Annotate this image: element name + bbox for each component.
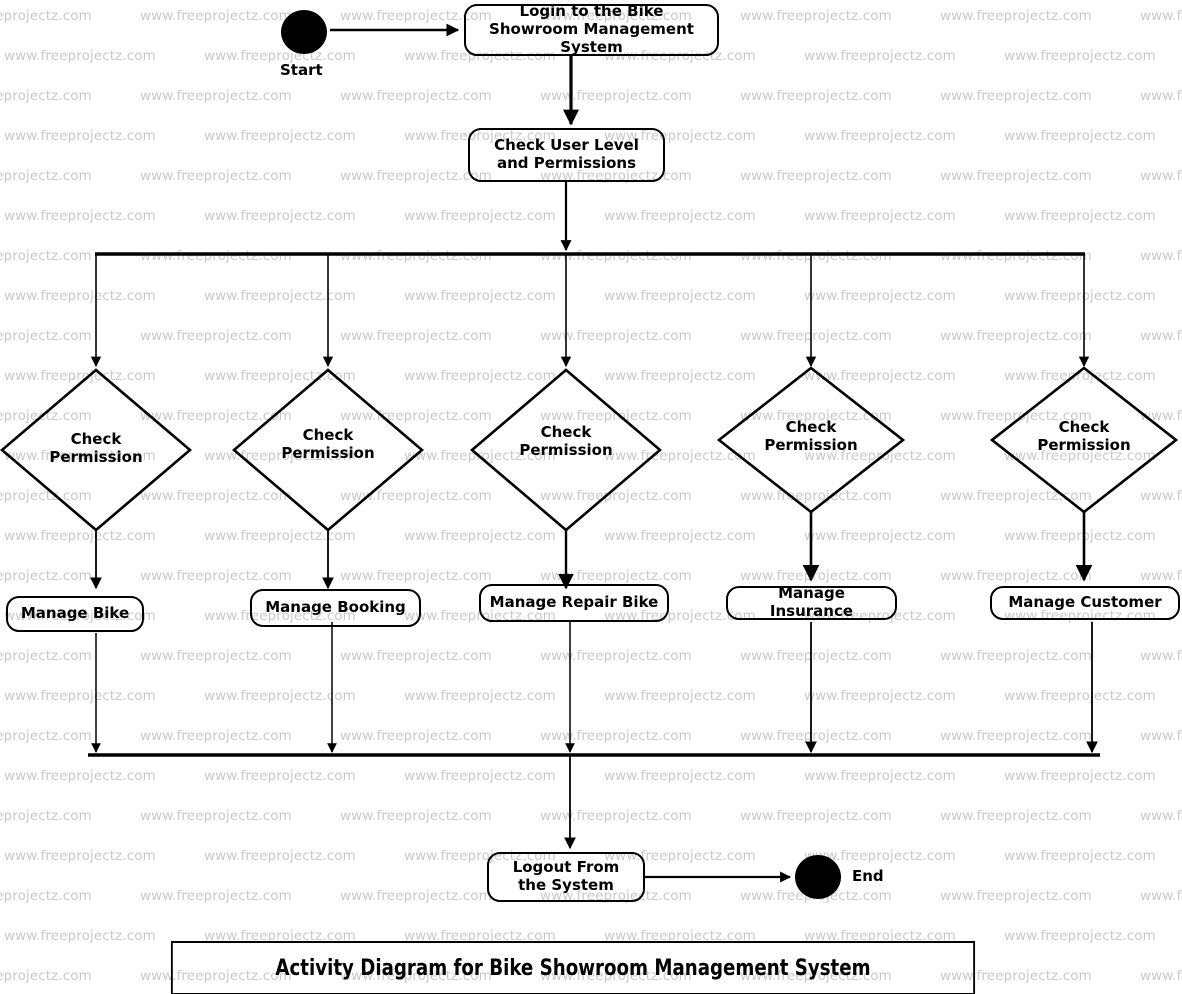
diagram-title-frame: Activity Diagram for Bike Showroom Manag… (170, 941, 976, 994)
activity-diagram-canvas: www.freeprojectz.comwww.freeprojectz.com… (0, 0, 1182, 994)
diagram-title: Activity Diagram for Bike Showroom Manag… (275, 955, 871, 981)
activity-manage-customer[interactable]: Manage Customer (990, 586, 1180, 620)
start-node[interactable] (281, 10, 327, 54)
decision-label-2: Check Permission (281, 426, 375, 462)
decision-label-3: Check Permission (519, 423, 613, 459)
activity-manage-insurance[interactable]: Manage Insurance (726, 584, 897, 620)
activity-login[interactable]: Login to the Bike Showroom Management Sy… (464, 3, 719, 56)
activity-logout[interactable]: Logout From the System (487, 852, 645, 902)
end-node[interactable] (795, 855, 841, 899)
activity-check-user-level[interactable]: Check User Level and Permissions (468, 128, 665, 182)
decision-label-5: Check Permission (1037, 418, 1131, 454)
activity-manage-bike[interactable]: Manage Bike (6, 596, 144, 632)
decision-label-1: Check Permission (49, 430, 143, 466)
start-label: Start (280, 61, 323, 79)
activity-manage-booking[interactable]: Manage Booking (250, 589, 421, 627)
activity-manage-repair-bike[interactable]: Manage Repair Bike (479, 584, 669, 622)
end-label: End (852, 867, 884, 885)
decision-label-4: Check Permission (764, 418, 858, 454)
